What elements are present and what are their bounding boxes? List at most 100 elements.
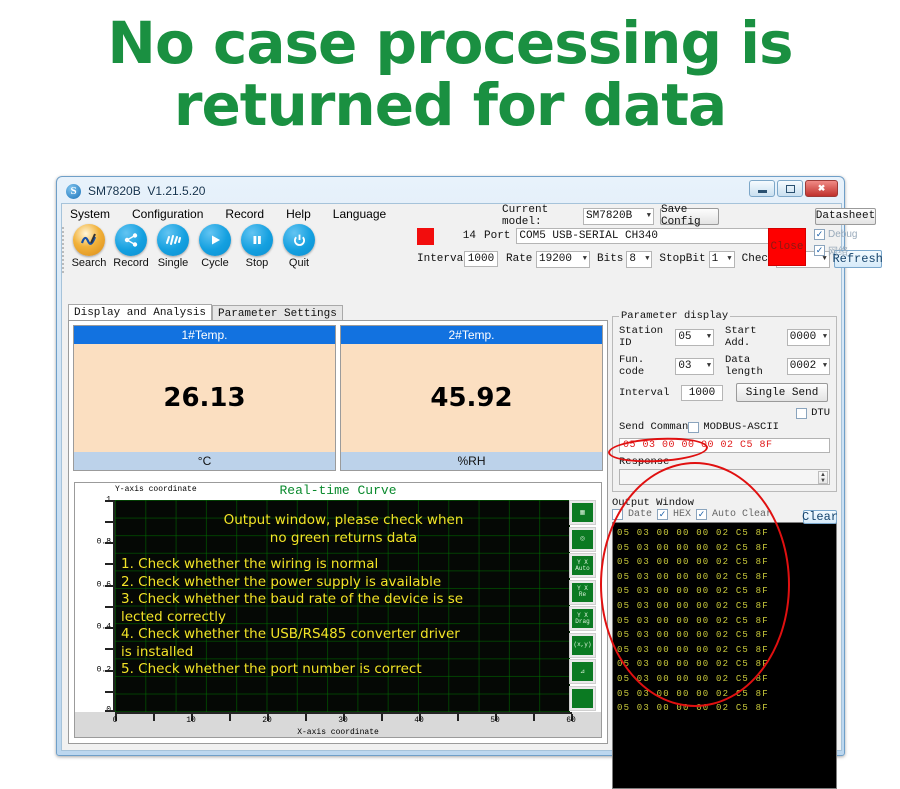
chart-tool-coord[interactable]: (x,y) (569, 633, 596, 658)
interval-input[interactable]: 1000 (464, 251, 498, 267)
send-command-input[interactable]: 05 03 00 00 00 02 C5 8F (619, 438, 830, 453)
toolbar-button-cycle[interactable]: Cycle (194, 224, 236, 269)
minimize-button[interactable] (749, 180, 775, 197)
debug-checkbox-group: ✓ Debug ✓ 网络 (814, 229, 857, 258)
response-field[interactable]: ▲▼ (619, 469, 830, 485)
xy-coord-icon: (x,y) (572, 636, 593, 655)
search-wave-icon (73, 224, 105, 256)
close-button[interactable]: ✖ (805, 180, 838, 197)
hex-checkbox[interactable]: ✓ (657, 509, 668, 520)
network-checkbox[interactable]: ✓ (814, 245, 825, 256)
toolbar-button-single[interactable]: Single (152, 224, 194, 269)
chart-tool-auto[interactable]: Y XAuto (569, 553, 596, 578)
chart-tool-drag[interactable]: Y XDrag (569, 606, 596, 631)
spinner-icon[interactable]: ▲▼ (818, 471, 828, 484)
date-checkbox[interactable] (612, 509, 623, 520)
chart-toolbar: ▦ ◎ Y XAuto Y XRe Y XDrag (x,y) ⊿ (569, 500, 599, 712)
port-combo-value: COM5 USB-SERIAL CH340 (519, 230, 658, 242)
auto-clear-checkbox[interactable]: ✓ (696, 509, 707, 520)
toolbar-button-record[interactable]: Record (110, 224, 152, 269)
menu-item-record[interactable]: Record (225, 207, 264, 221)
save-config-button[interactable]: Save Config (660, 208, 719, 225)
waveform-icon (157, 224, 189, 256)
model-combo[interactable]: SM7820B ▼ (583, 208, 654, 225)
grid-icon: ▦ (572, 503, 593, 522)
interval-row: Interval 1000 Single Send (619, 383, 830, 402)
toolbar-button-search[interactable]: Search (68, 224, 110, 269)
port-label: Port (484, 230, 510, 242)
resize-icon: ⊿ (572, 662, 593, 681)
chart-tool-fill[interactable] (569, 686, 596, 711)
banner-line-2: returned for data (0, 76, 900, 134)
output-console[interactable]: 05 03 00 00 00 02 C5 8F 05 03 00 00 00 0… (612, 522, 837, 789)
modbus-ascii-label: MODBUS-ASCII (703, 421, 779, 433)
chart-plot-wrap: 1 0.8 0.6 0.4 0.2 0 (75, 500, 601, 712)
start-add-label: Start Add. (725, 325, 787, 349)
data-length-combo[interactable]: 0002 ▼ (787, 358, 830, 375)
console-line: 05 03 00 00 00 02 C5 8F (617, 643, 836, 658)
chart-tool-zoom[interactable]: ◎ (569, 527, 596, 552)
console-line: 05 03 00 00 00 02 C5 8F (617, 701, 836, 716)
chart-tool-grid[interactable]: ▦ (569, 500, 596, 525)
x-tick-0: 0 (113, 716, 118, 725)
toolbar-button-quit[interactable]: Quit (278, 224, 320, 269)
console-line: 05 03 00 00 00 02 C5 8F (617, 687, 836, 702)
response-label: Response (619, 456, 669, 468)
console-line: 05 03 00 00 00 02 C5 8F (617, 599, 836, 614)
y-x-re-icon: Y XRe (572, 583, 593, 602)
start-add-combo[interactable]: 0000 ▼ (787, 329, 830, 346)
close-port-button[interactable]: Close (768, 228, 806, 266)
dtu-checkbox[interactable] (796, 408, 807, 419)
annotation-item-4: lected correctly (121, 609, 566, 627)
annotation-item-6: is installed (121, 644, 566, 662)
debug-checkbox[interactable]: ✓ (814, 229, 825, 240)
menu-item-help[interactable]: Help (286, 207, 311, 221)
bits-label: Bits (597, 253, 623, 265)
stopbit-label: StopBit (659, 253, 705, 265)
single-send-button[interactable]: Single Send (736, 383, 828, 402)
bits-combo[interactable]: 8 ▼ (626, 251, 652, 268)
status-indicator (417, 228, 434, 245)
param-interval-input[interactable]: 1000 (681, 385, 723, 401)
x-tick-10: 10 (186, 716, 196, 725)
toolbar-separator (62, 227, 64, 273)
network-checkbox-row[interactable]: ✓ 网络 (814, 243, 857, 258)
chart-x-axis-label: X-axis coordinate (75, 728, 601, 737)
toolbar-button-stop[interactable]: Stop (236, 224, 278, 269)
menu-item-configuration[interactable]: Configuration (132, 207, 203, 221)
console-line: 05 03 00 00 00 02 C5 8F (617, 628, 836, 643)
clear-button[interactable]: Clear (803, 510, 837, 524)
chart-plot-area[interactable]: Output window, please check when no gree… (115, 500, 570, 712)
toolbar-label-single: Single (152, 257, 194, 269)
fun-code-value: 03 (678, 360, 691, 372)
port-combo[interactable]: COM5 USB-SERIAL CH340 ▼ (516, 228, 806, 244)
debug-checkbox-row[interactable]: ✓ Debug (814, 229, 857, 240)
maximize-button[interactable] (777, 180, 803, 197)
x-tick-40: 40 (414, 716, 424, 725)
display-and-analysis-panel: 1#Temp. 26.13 °C 2#Temp. 45.92 %RH Y-axi… (68, 320, 608, 744)
station-id-label: Station ID (619, 325, 675, 349)
menu-item-language[interactable]: Language (333, 207, 386, 221)
chart-tool-reset[interactable]: Y XRe (569, 580, 596, 605)
console-line: 05 03 00 00 00 02 C5 8F (617, 657, 836, 672)
console-line: 05 03 00 00 00 02 C5 8F (617, 672, 836, 687)
minimize-icon (758, 190, 767, 193)
fun-code-combo[interactable]: 03 ▼ (675, 358, 714, 375)
station-id-combo[interactable]: 05 ▼ (675, 329, 714, 346)
toolbar: Search Record Single (62, 224, 841, 277)
toolbar-label-quit: Quit (278, 257, 320, 269)
menu-item-system[interactable]: System (70, 207, 110, 221)
dtu-row: DTU (619, 407, 830, 419)
gauge-2-value: 45.92 (341, 344, 602, 452)
banner-line-1: No case processing is (107, 9, 792, 77)
application-window: S SM7820B V1.21.5.20 ✖ System Configurat… (56, 176, 845, 756)
gauge-1: 1#Temp. 26.13 °C (73, 325, 336, 471)
chart-tool-resize[interactable]: ⊿ (569, 659, 596, 684)
datasheet-button[interactable]: Datasheet (815, 208, 876, 225)
modbus-ascii-checkbox[interactable] (688, 422, 699, 433)
stopbit-combo[interactable]: 1 ▼ (709, 251, 735, 268)
rate-combo[interactable]: 19200 ▼ (536, 251, 590, 268)
debug-label: Debug (828, 229, 857, 240)
toolbar-buttons: Search Record Single (68, 224, 320, 269)
chart-x-axis: 0 10 20 30 40 50 60 X-axis coordinate (75, 712, 601, 737)
